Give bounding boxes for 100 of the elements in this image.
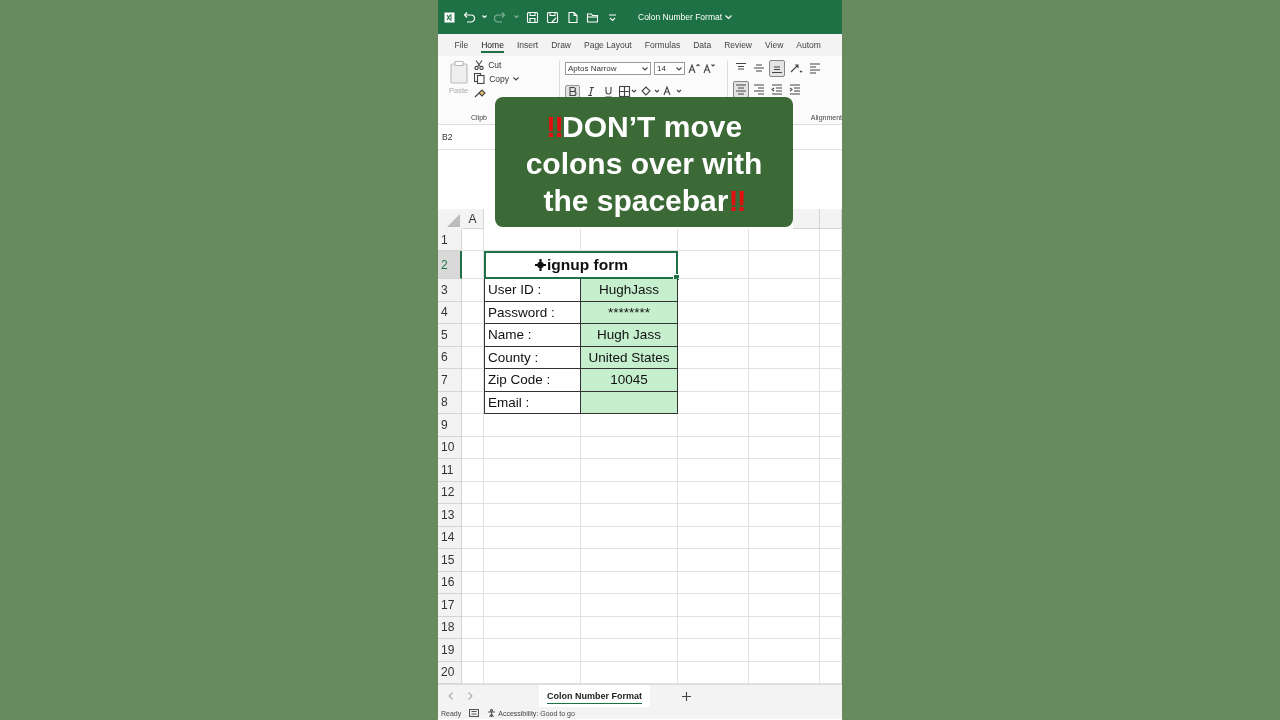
row-header[interactable]: 6	[438, 346, 462, 369]
row-header[interactable]: 8	[438, 391, 462, 414]
empty-cell[interactable]	[678, 504, 749, 527]
empty-cell[interactable]	[820, 279, 842, 302]
row-header[interactable]: 10	[438, 436, 462, 459]
empty-cell[interactable]	[678, 571, 749, 594]
empty-cell[interactable]	[678, 526, 749, 549]
empty-cell[interactable]	[678, 549, 749, 572]
empty-cell[interactable]	[581, 639, 678, 662]
bold-button[interactable]	[565, 84, 580, 99]
empty-cell[interactable]	[462, 279, 484, 302]
row-header[interactable]: 2	[438, 251, 462, 279]
empty-cell[interactable]	[581, 549, 678, 572]
add-sheet-icon[interactable]	[682, 691, 691, 701]
empty-cell[interactable]	[462, 324, 484, 347]
floppy-disk-icon[interactable]	[526, 10, 539, 24]
empty-cell[interactable]	[820, 251, 842, 279]
empty-cell[interactable]	[749, 594, 820, 617]
empty-cell[interactable]	[749, 504, 820, 527]
ribbon-tab[interactable]: Data	[686, 34, 718, 56]
empty-cell[interactable]	[462, 369, 484, 392]
empty-cell[interactable]	[749, 571, 820, 594]
align-right-button[interactable]	[751, 81, 767, 98]
macro-icon[interactable]	[469, 709, 480, 717]
font-size-field[interactable]: 14	[654, 62, 685, 75]
empty-cell[interactable]	[678, 616, 749, 639]
row-header[interactable]: 3	[438, 279, 462, 302]
grow-font-icon[interactable]	[688, 63, 700, 74]
row-header[interactable]: 19	[438, 639, 462, 662]
row-header[interactable]: 1	[438, 229, 462, 251]
empty-cell[interactable]	[581, 571, 678, 594]
align-bottom-button[interactable]	[769, 60, 785, 77]
empty-cell[interactable]	[820, 571, 842, 594]
undo-icon[interactable]	[462, 10, 475, 24]
empty-cell[interactable]	[484, 571, 581, 594]
empty-cell[interactable]	[462, 526, 484, 549]
empty-cell[interactable]	[581, 229, 678, 251]
empty-cell[interactable]	[749, 229, 820, 251]
row-header[interactable]: 7	[438, 369, 462, 392]
empty-cell[interactable]	[678, 436, 749, 459]
empty-cell[interactable]	[820, 481, 842, 504]
empty-cell[interactable]	[749, 459, 820, 482]
empty-cell[interactable]	[678, 594, 749, 617]
empty-cell[interactable]	[678, 639, 749, 662]
empty-cell[interactable]	[462, 346, 484, 369]
empty-cell[interactable]	[749, 616, 820, 639]
empty-cell[interactable]	[462, 481, 484, 504]
empty-cell[interactable]	[462, 251, 484, 279]
empty-cell[interactable]	[581, 504, 678, 527]
ribbon-tab[interactable]: Home	[474, 34, 511, 56]
spreadsheet-logo-icon[interactable]	[444, 11, 455, 23]
empty-cell[interactable]	[820, 346, 842, 369]
empty-cell[interactable]	[581, 436, 678, 459]
column-header[interactable]	[793, 209, 820, 229]
empty-cell[interactable]	[462, 639, 484, 662]
previous-icon[interactable]	[448, 692, 453, 700]
field-value[interactable]: ********	[581, 301, 678, 324]
font-color-icon[interactable]	[663, 86, 683, 97]
empty-cell[interactable]	[581, 526, 678, 549]
empty-cell[interactable]	[820, 616, 842, 639]
font-name-field[interactable]: Aptos Narrow	[565, 62, 651, 75]
empty-cell[interactable]	[820, 369, 842, 392]
empty-cell[interactable]	[820, 229, 842, 251]
name-box[interactable]: B2	[442, 132, 453, 142]
empty-cell[interactable]	[820, 436, 842, 459]
copy-button[interactable]: Copy	[474, 73, 520, 84]
empty-cell[interactable]	[581, 459, 678, 482]
empty-cell[interactable]	[678, 229, 749, 251]
empty-cell[interactable]	[484, 481, 581, 504]
row-header[interactable]: 14	[438, 526, 462, 549]
ribbon-tab[interactable]: Draw	[544, 34, 578, 56]
empty-cell[interactable]	[462, 301, 484, 324]
empty-cell[interactable]	[484, 459, 581, 482]
cut-button[interactable]: Cut	[474, 60, 520, 70]
empty-cell[interactable]	[462, 459, 484, 482]
empty-cell[interactable]	[678, 481, 749, 504]
empty-cell[interactable]	[581, 414, 678, 437]
empty-cell[interactable]	[484, 639, 581, 662]
paintbrush-icon[interactable]	[474, 87, 487, 98]
empty-cell[interactable]	[749, 391, 820, 414]
empty-cell[interactable]	[820, 414, 842, 437]
empty-cell[interactable]	[749, 369, 820, 392]
empty-cell[interactable]	[581, 594, 678, 617]
row-header[interactable]: 11	[438, 459, 462, 482]
empty-cell[interactable]	[484, 414, 581, 437]
ribbon-tab[interactable]: File	[448, 34, 475, 56]
floppy-edit-icon[interactable]	[546, 10, 559, 24]
empty-cell[interactable]	[820, 504, 842, 527]
empty-cell[interactable]	[749, 251, 820, 279]
field-value[interactable]	[581, 391, 678, 414]
caret-icon[interactable]	[482, 15, 487, 19]
empty-cell[interactable]	[749, 549, 820, 572]
empty-cell[interactable]	[749, 346, 820, 369]
column-header[interactable]	[820, 209, 842, 229]
row-header[interactable]: 4	[438, 301, 462, 324]
field-value[interactable]: HughJass	[581, 279, 678, 302]
empty-cell[interactable]	[484, 526, 581, 549]
field-value[interactable]: 10045	[581, 369, 678, 392]
empty-cell[interactable]	[462, 571, 484, 594]
empty-cell[interactable]	[581, 481, 678, 504]
